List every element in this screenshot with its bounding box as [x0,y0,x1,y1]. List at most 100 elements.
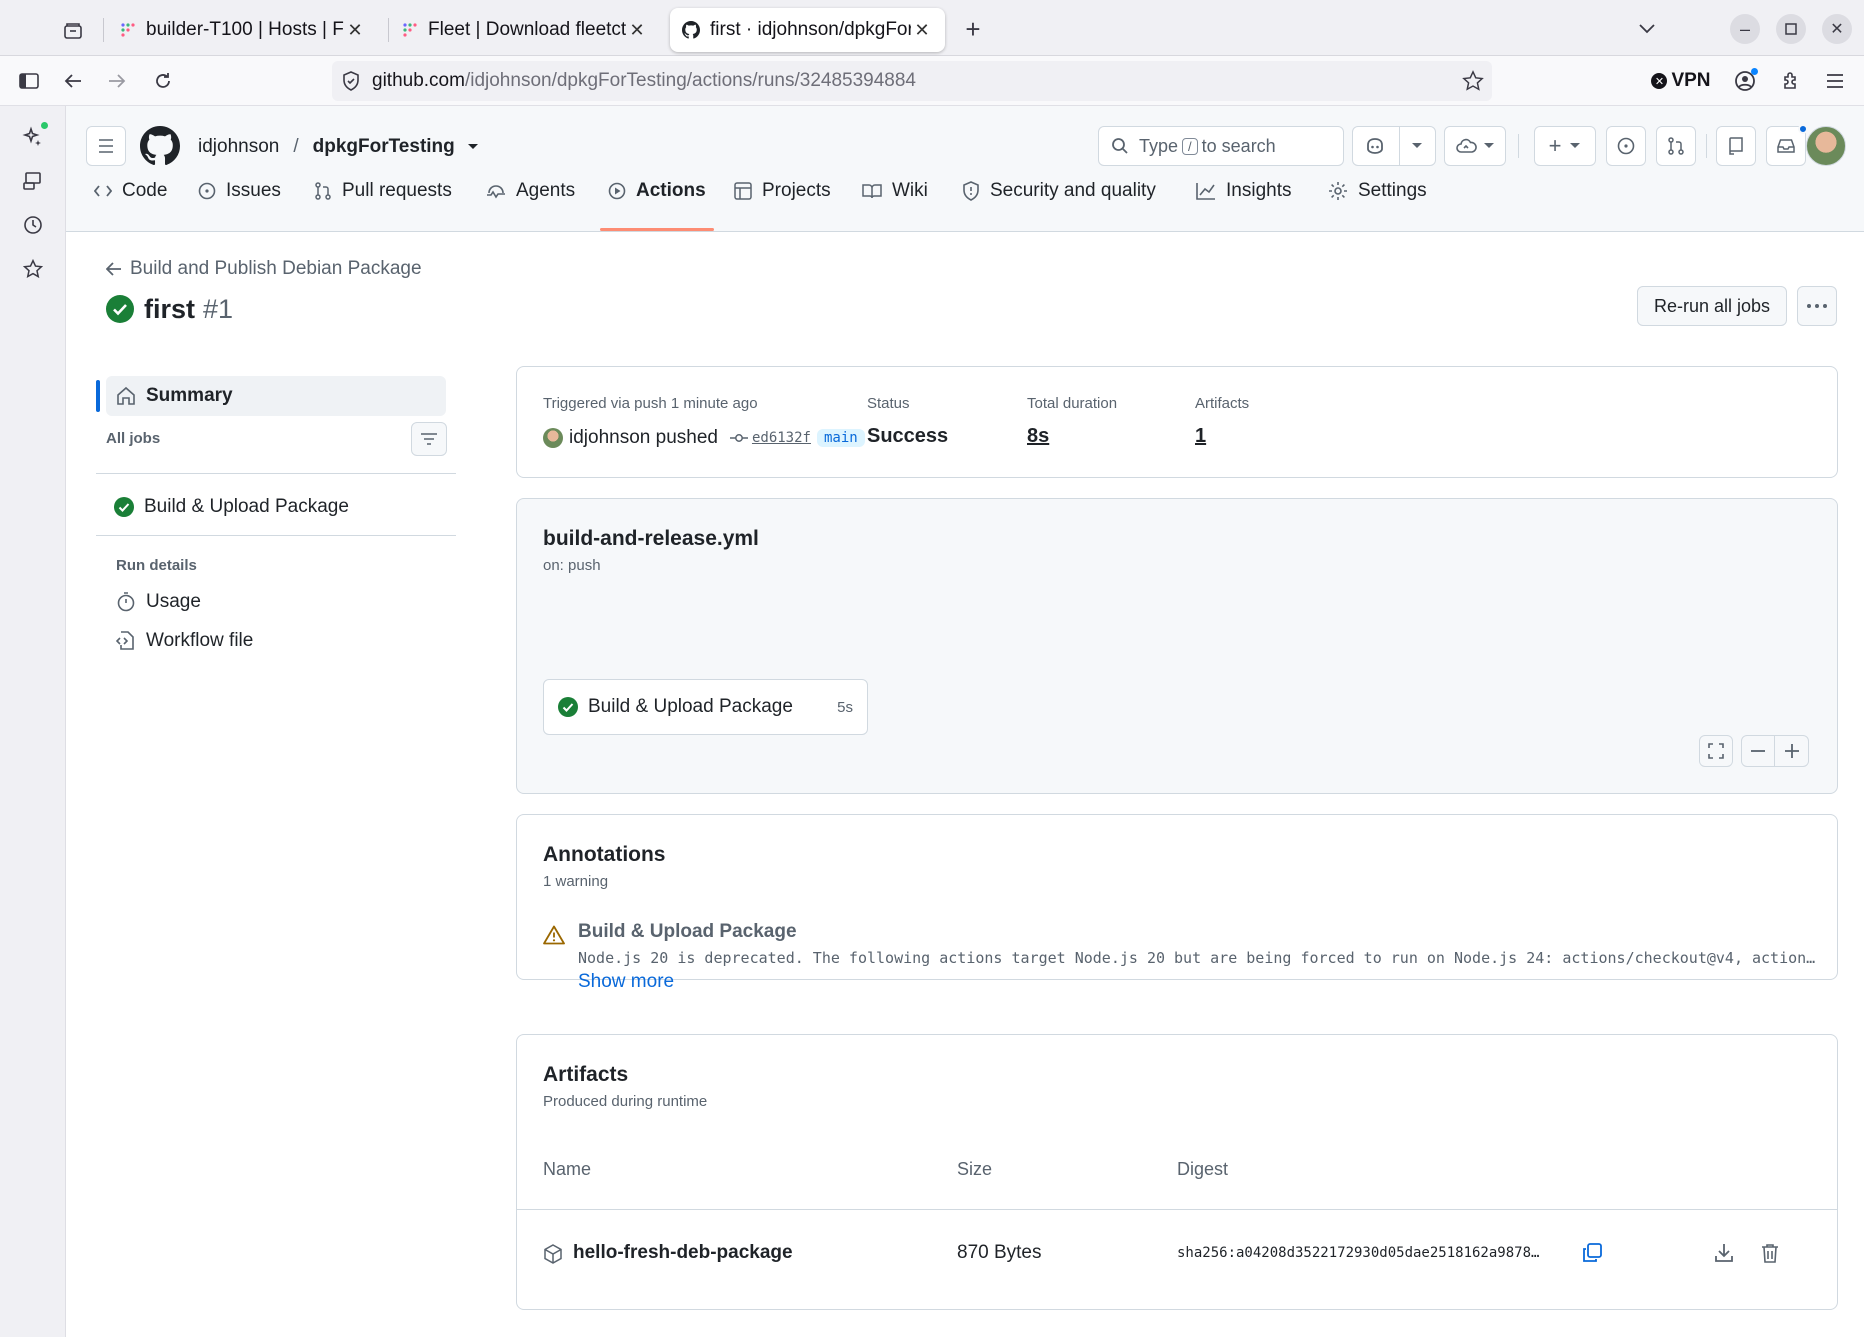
close-icon[interactable]: ✕ [344,19,366,41]
issues-button[interactable] [1606,126,1646,166]
bookmark-star-icon[interactable] [1462,70,1484,92]
tab-fleet-download[interactable]: Fleet | Download fleetctl ✕ [390,8,660,52]
repo-tab-issues[interactable]: Issues [198,170,281,212]
ai-chatbot-icon[interactable] [18,122,48,152]
new-tab-plus-icon[interactable]: + [958,14,988,44]
chevron-down-icon[interactable] [1411,142,1423,150]
create-new-button[interactable]: + [1534,126,1596,166]
kebab-horizontal-icon [1807,304,1827,308]
duration-value-link[interactable]: 8s [1027,425,1049,448]
breadcrumb-separator: / [293,136,299,157]
list-tabs-chevron-icon[interactable] [1632,14,1662,44]
status-value: Success [867,425,949,447]
app-menu-icon[interactable] [1820,66,1850,96]
extensions-icon[interactable] [1776,66,1806,96]
close-icon[interactable]: ✕ [911,19,933,41]
tab-groups-icon[interactable] [58,16,88,46]
github-logo-icon[interactable] [140,126,180,166]
account-icon[interactable] [1730,66,1760,96]
repo-tab-pull-requests[interactable]: Pull requests [314,170,452,212]
repo-tab-actions[interactable]: Actions [608,170,706,212]
repo-tab-projects[interactable]: Projects [734,170,831,212]
avatar[interactable] [1806,126,1846,166]
repo-tab-settings[interactable]: Settings [1328,170,1427,212]
commit-sha-link[interactable]: ed6132f [752,430,811,446]
back-arrow-icon[interactable] [58,66,88,96]
copilot-button[interactable] [1352,126,1436,166]
column-header-name: Name [543,1159,592,1179]
issue-opened-icon [1617,137,1635,155]
forward-arrow-icon[interactable] [102,66,132,96]
repo-breadcrumb: idjohnson / dpkgForTesting [198,132,479,162]
repo-tab-security[interactable]: Security and quality [962,170,1156,212]
search-input[interactable]: Type / to search [1098,126,1344,166]
reload-icon[interactable] [148,66,178,96]
tab-github-run[interactable]: first · idjohnson/dpkgForT ✕ [670,8,945,52]
vpn-button[interactable]: ✕ VPN [1648,66,1714,96]
artifact-name-link[interactable]: hello-fresh-deb-package [573,1242,793,1264]
browser-tab-bar: builder-T100 | Hosts | Flee ✕ Fleet | Do… [0,0,1864,56]
cloud-ide-button[interactable] [1444,126,1506,166]
artifacts-card: Artifacts Produced during runtime Name S… [516,1034,1838,1310]
repo-tab-wiki[interactable]: Wiki [862,170,928,212]
show-more-link[interactable]: Show more [578,971,674,993]
repo-tab-insights[interactable]: Insights [1196,170,1291,212]
site-security-icon[interactable] [342,71,360,91]
sidebar-job-build-upload[interactable]: Build & Upload Package [114,492,349,522]
filter-jobs-button[interactable] [411,422,447,456]
annotations-count: 1 warning [543,873,609,890]
annotation-job-link[interactable]: Build & Upload Package [578,921,797,943]
repo-link[interactable]: dpkgForTesting [313,136,455,158]
copy-icon[interactable] [1581,1242,1603,1264]
more-options-button[interactable] [1797,286,1837,326]
owner-link[interactable]: idjohnson [198,136,279,158]
agent-icon [487,185,505,199]
repo-tab-code[interactable]: Code [94,170,167,212]
repo-tab-label: Actions [636,180,706,201]
zoom-in-button[interactable] [1775,736,1808,766]
search-placeholder-suffix: to search [1201,135,1276,156]
global-menu-button[interactable] [86,126,126,166]
job-label: Build & Upload Package [144,496,349,517]
summary-nav-item[interactable]: Summary [96,376,446,416]
sidebar-workflow-file-link[interactable]: Workflow file [116,626,253,656]
repositories-button[interactable] [1716,126,1756,166]
repo-dropdown-caret-icon[interactable] [467,143,479,151]
actor-label[interactable]: idjohnson pushed [569,427,718,449]
minimize-window-button[interactable]: – [1730,14,1760,44]
zoom-controls [1741,735,1809,767]
close-window-button[interactable]: ✕ [1822,14,1852,44]
run-title: first [144,293,196,324]
artifacts-count-link[interactable]: 1 [1195,425,1206,448]
sidebar-toggle-icon[interactable] [14,66,44,96]
zoom-out-button[interactable] [1742,736,1776,766]
tab-fleet-hosts[interactable]: builder-T100 | Hosts | Flee ✕ [108,8,378,52]
maximize-window-button[interactable] [1776,14,1806,44]
cloud-icon [1455,138,1477,154]
repo-tab-agents[interactable]: Agents [486,170,575,212]
history-clock-icon[interactable] [18,210,48,240]
check-circle-icon [114,497,134,517]
git-pull-request-icon [315,182,331,200]
tab-title: builder-T100 | Hosts | Flee [146,19,344,40]
url-bar[interactable]: github.com/idjohnson/dpkgForTesting/acti… [332,61,1492,101]
job-node-build-upload[interactable]: Build & Upload Package 5s [543,679,868,735]
bookmarks-star-icon[interactable] [18,254,48,284]
sidebar-usage-link[interactable]: Usage [116,587,201,617]
branch-badge[interactable]: main [816,429,865,447]
inbox-button[interactable] [1766,124,1808,166]
synced-tabs-icon[interactable] [18,166,48,196]
github-header: idjohnson / dpkgForTesting Type / to sea… [66,106,1864,232]
fullscreen-button[interactable] [1699,735,1733,767]
close-icon[interactable]: ✕ [626,19,648,41]
back-to-workflow-link[interactable]: Build and Publish Debian Package [106,256,422,282]
pull-requests-button[interactable] [1656,126,1696,166]
repo-tab-label: Security and quality [990,180,1156,201]
repo-tab-label: Insights [1226,180,1292,201]
download-icon[interactable] [1714,1243,1734,1263]
repo-tab-label: Wiki [892,180,928,201]
github-logo-icon [682,21,700,39]
rerun-all-jobs-button[interactable]: Re-run all jobs [1637,286,1787,326]
trash-icon[interactable] [1761,1243,1779,1263]
browser-nav-bar: github.com/idjohnson/dpkgForTesting/acti… [0,56,1864,106]
